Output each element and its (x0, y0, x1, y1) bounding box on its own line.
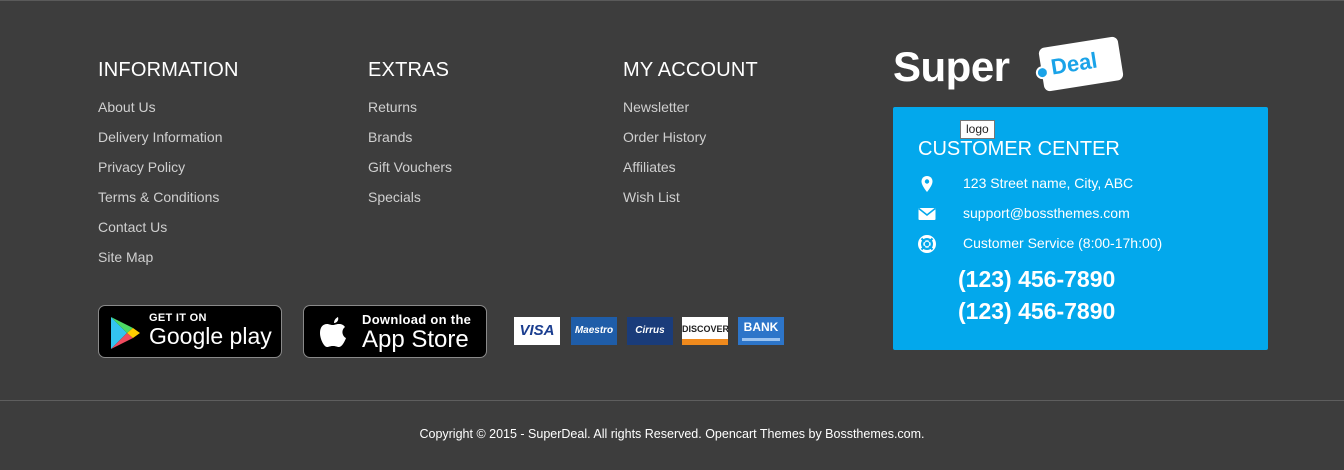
footer-link-specials[interactable]: Specials (368, 189, 421, 205)
logo-main-text: Super (893, 43, 1010, 90)
footer-link-order-history[interactable]: Order History (623, 129, 706, 145)
footer-link-site-map[interactable]: Site Map (98, 249, 153, 265)
apple-icon (320, 317, 346, 347)
app-store-badge[interactable]: Download on the App Store (303, 305, 487, 358)
footer-link-affiliates[interactable]: Affiliates (623, 159, 676, 175)
footer-column-information: INFORMATION About Us Delivery Informatio… (98, 58, 239, 276)
link-list-my-account: Newsletter Order History Affiliates Wish… (623, 96, 758, 216)
logo-tag-hole (1034, 65, 1050, 81)
column-title-my-account: MY ACCOUNT (623, 59, 758, 81)
life-ring-icon (918, 235, 936, 253)
footer-link-contact-us[interactable]: Contact Us (98, 219, 167, 235)
discover-card-icon: DISCOVER (682, 317, 729, 345)
footer-bottom-divider (0, 400, 1344, 401)
copyright-text: Copyright © 2015 - SuperDeal. All rights… (419, 427, 925, 441)
apple-badge-small-text: Download on the (362, 312, 472, 327)
contact-address-text: 123 Street name, City, ABC (963, 175, 1134, 191)
footer-link-about-us[interactable]: About Us (98, 99, 156, 115)
bank-card-icon: BANK (738, 317, 784, 345)
contact-phone-2: (123) 456-7890 (958, 298, 1116, 324)
footer-link-returns[interactable]: Returns (368, 99, 417, 115)
apple-badge-big-text: App Store (362, 326, 469, 353)
customer-center-box: CUSTOMER CENTER 123 Street name, City, A… (893, 107, 1268, 350)
footer-column-my-account: MY ACCOUNT Newsletter Order History Affi… (623, 58, 758, 216)
google-play-badge[interactable]: GET IT ON Google play (98, 305, 282, 358)
link-list-information: About Us Delivery Information Privacy Po… (98, 96, 239, 276)
footer-link-gift-vouchers[interactable]: Gift Vouchers (368, 159, 452, 175)
footer-link-terms-conditions[interactable]: Terms & Conditions (98, 189, 219, 205)
contact-service-hours-text: Customer Service (8:00-17h:00) (963, 235, 1163, 251)
footer-column-extras: EXTRAS Returns Brands Gift Vouchers Spec… (368, 58, 452, 216)
logo-tooltip: logo (960, 120, 995, 139)
bank-card-stripe (742, 338, 780, 341)
visa-card-icon: VISA (514, 317, 560, 345)
footer-link-privacy-policy[interactable]: Privacy Policy (98, 159, 185, 175)
column-title-information: INFORMATION (98, 59, 239, 81)
cirrus-card-icon: Cirrus (627, 317, 673, 345)
logo-price-tag: Deal (1034, 36, 1124, 92)
site-logo[interactable]: Super Deal (893, 36, 1133, 100)
google-badge-big-text: Google play (149, 323, 272, 349)
contact-email-link[interactable]: support@bossthemes.com (963, 205, 1130, 221)
map-marker-icon (921, 176, 933, 192)
maestro-card-icon: Maestro (571, 317, 617, 345)
footer-link-wish-list[interactable]: Wish List (623, 189, 680, 205)
bank-card-label: BANK (743, 320, 779, 334)
footer-link-brands[interactable]: Brands (368, 129, 412, 145)
google-play-icon (111, 317, 140, 349)
column-title-extras: EXTRAS (368, 59, 450, 81)
envelope-icon (918, 207, 936, 220)
footer-link-newsletter[interactable]: Newsletter (623, 99, 689, 115)
customer-center-title: CUSTOMER CENTER (918, 138, 1120, 160)
footer-top-divider (0, 0, 1344, 1)
link-list-extras: Returns Brands Gift Vouchers Specials (368, 96, 452, 216)
logo-tag-text: Deal (1049, 47, 1100, 80)
footer-link-delivery-information[interactable]: Delivery Information (98, 129, 223, 145)
contact-phone-1: (123) 456-7890 (958, 266, 1116, 292)
